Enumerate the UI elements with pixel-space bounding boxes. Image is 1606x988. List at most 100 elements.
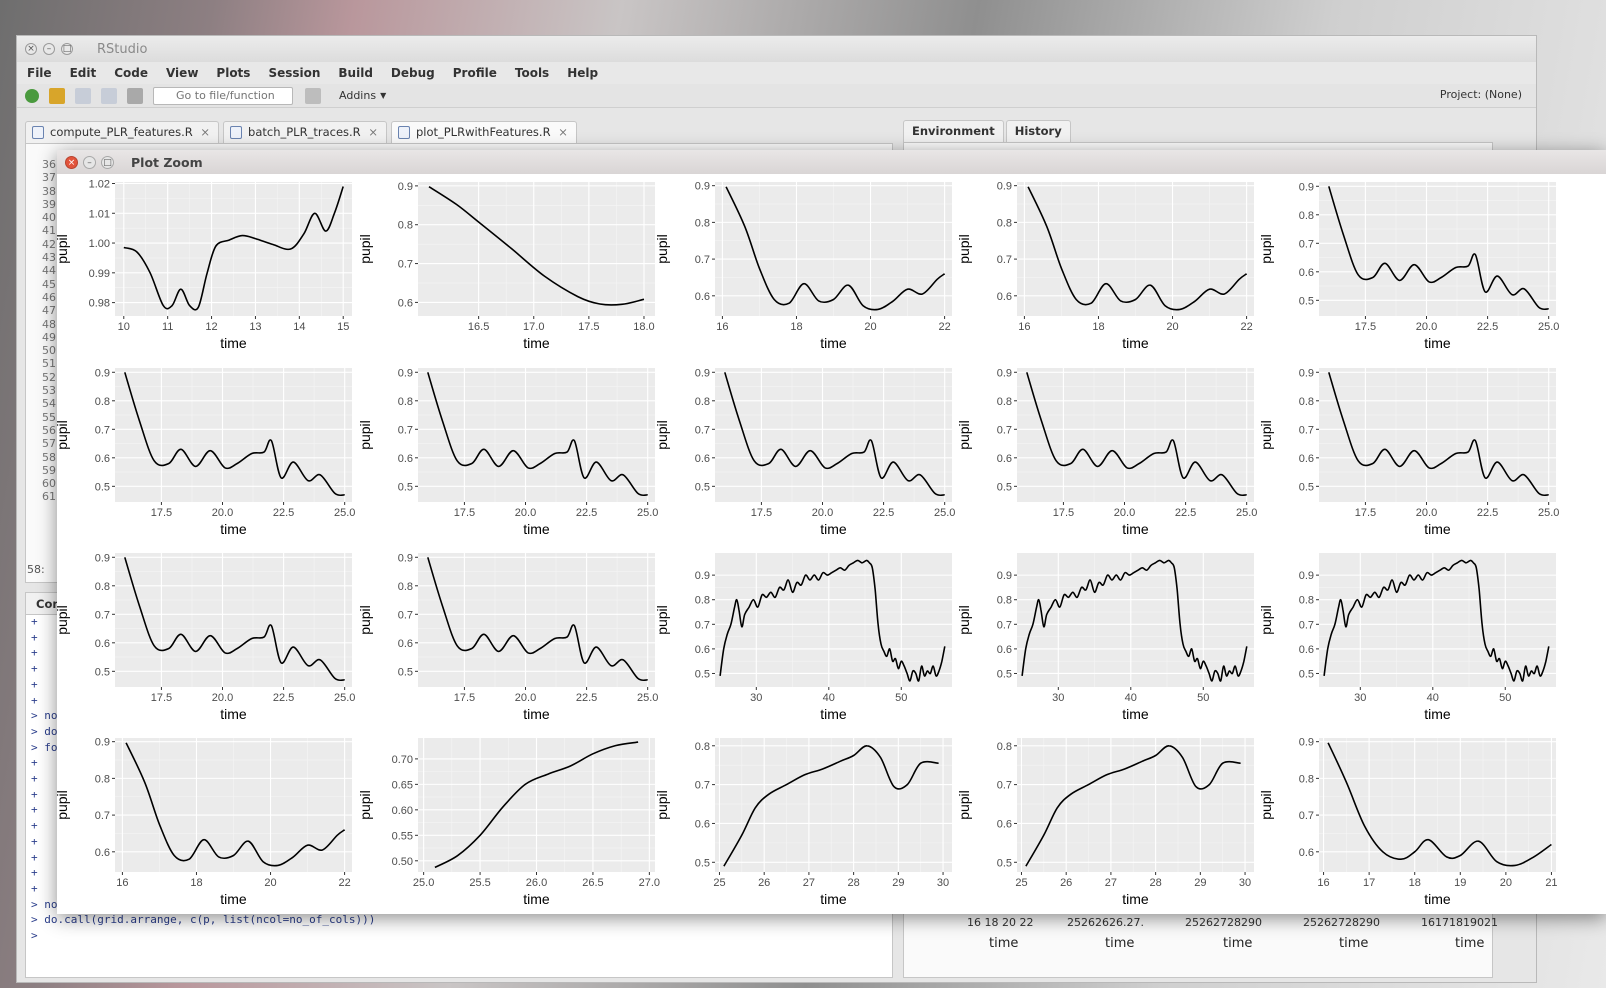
menu-edit[interactable]: Edit [70, 66, 97, 80]
window-maximize-button[interactable]: □ [61, 43, 73, 55]
menu-code[interactable]: Code [114, 66, 148, 80]
y-tick-label: 0.5 [695, 857, 710, 869]
y-axis-title: pupil [654, 234, 670, 264]
menu-build[interactable]: Build [338, 66, 373, 80]
tab-environment[interactable]: Environment [903, 120, 1004, 142]
menu-view[interactable]: View [166, 66, 198, 80]
x-tick-label: 25.0 [1538, 321, 1559, 333]
window-minimize-button[interactable]: – [43, 43, 55, 55]
x-tick-label: 30 [750, 692, 762, 704]
y-tick-label: 0.9 [398, 367, 413, 379]
plot-zoom-close-button[interactable]: × [65, 155, 78, 169]
new-file-icon[interactable] [25, 88, 39, 103]
plot-panel-background [715, 738, 952, 872]
x-tick-label: 26.0 [526, 877, 547, 889]
editor-tab-compute-features[interactable]: compute_PLR_features.R × [25, 121, 220, 143]
r-file-icon [32, 126, 44, 139]
menu-plots[interactable]: Plots [216, 66, 250, 80]
bg-axis-title: time [1105, 936, 1135, 951]
print-icon[interactable] [127, 87, 143, 104]
y-tick-label: 0.6 [398, 453, 413, 465]
plot-panel-background [115, 553, 352, 687]
y-tick-label: 0.7 [695, 424, 710, 436]
x-tick-label: 18 [790, 321, 802, 333]
x-axis-title: time [220, 335, 247, 351]
project-menu[interactable]: Project: (None) [1440, 88, 1522, 101]
x-axis-title: time [220, 706, 247, 722]
tab-history[interactable]: History [1005, 120, 1071, 142]
editor-tab-plot-with-features[interactable]: plot_PLRwithFeatures.R × [390, 121, 577, 143]
menu-profile[interactable]: Profile [453, 66, 497, 80]
save-icon[interactable] [75, 87, 91, 104]
y-tick-label: 0.8 [695, 741, 710, 753]
bg-tick-label: 25262728290 [1185, 916, 1262, 929]
plot-zoom-minimize-button[interactable]: – [83, 155, 96, 169]
chart-panel: 17.5 20.0 22.5 25.0 0.5 0.6 0.7 0.8 0.9 time pupil [57, 552, 355, 722]
editor-tab-batch-traces[interactable]: batch_PLR_traces.R × [223, 121, 387, 143]
x-axis-title: time [1424, 891, 1451, 907]
chart-panel: 17.5 20.0 22.5 25.0 0.5 0.6 0.7 0.8 0.9 time pupil [357, 367, 658, 537]
y-tick-label: 0.6 [398, 297, 413, 309]
y-tick-label: 0.9 [695, 570, 710, 582]
x-tick-label: 22 [938, 321, 950, 333]
y-tick-label: 0.8 [695, 595, 710, 607]
x-tick-label: 20 [1166, 321, 1178, 333]
x-tick-label: 17 [1363, 877, 1375, 889]
menu-tools[interactable]: Tools [515, 66, 549, 80]
line-number: 36 [42, 158, 56, 171]
y-tick-label: 0.8 [398, 396, 413, 408]
y-tick-label: 0.70 [392, 754, 413, 766]
plot-canvas: 10 11 12 13 14 15 0.98 0.99 1.00 1.01 1.02 time pupi… [57, 174, 1606, 914]
y-axis-title: pupil [357, 234, 373, 264]
y-tick-label: 0.7 [398, 259, 413, 271]
x-tick-label: 25.0 [1236, 507, 1257, 519]
editor-tab-label: batch_PLR_traces.R [248, 125, 361, 139]
chart-panel: 17.5 20.0 22.5 25.0 0.5 0.6 0.7 0.8 0.9 time pupil [1258, 181, 1559, 351]
rstudio-titlebar: × – □ RStudio [17, 36, 1536, 62]
bg-tick-label: 25262728290 [1303, 916, 1380, 929]
y-tick-label: 0.99 [89, 268, 110, 280]
x-tick-label: 27.0 [639, 877, 660, 889]
workspace-panes-icon[interactable] [305, 87, 321, 104]
x-tick-label: 40 [823, 692, 835, 704]
y-tick-label: 0.7 [95, 609, 110, 621]
x-tick-label: 20.0 [515, 507, 536, 519]
y-axis-title: pupil [57, 790, 70, 820]
y-axis-title: pupil [956, 234, 972, 264]
x-tick-label: 17.5 [454, 692, 475, 704]
window-close-button[interactable]: × [25, 43, 37, 55]
x-tick-label: 30 [1052, 692, 1064, 704]
y-tick-label: 0.6 [997, 291, 1012, 303]
menu-debug[interactable]: Debug [391, 66, 435, 80]
go-to-file-input[interactable] [153, 86, 293, 105]
plot-panel-background [115, 368, 352, 502]
plot-zoom-maximize-button[interactable]: □ [101, 155, 114, 169]
close-icon[interactable]: × [368, 125, 378, 139]
y-axis-title: pupil [1258, 605, 1274, 635]
close-icon[interactable]: × [558, 125, 568, 139]
r-file-icon [230, 126, 243, 139]
x-tick-label: 20.0 [515, 692, 536, 704]
menu-session[interactable]: Session [268, 66, 320, 80]
line-number: 48 [42, 317, 56, 331]
menu-file[interactable]: File [27, 66, 52, 80]
close-icon[interactable]: × [200, 125, 210, 139]
line-number: 53 [42, 384, 56, 398]
chart-panel: 17.5 20.0 22.5 25.0 0.5 0.6 0.7 0.8 0.9 time pupil [654, 367, 955, 537]
save-all-icon[interactable] [101, 87, 117, 104]
plot-panel-background [1017, 553, 1254, 687]
y-tick-label: 0.9 [1299, 737, 1314, 749]
x-tick-label: 27 [1105, 877, 1117, 889]
y-tick-label: 0.8 [695, 217, 710, 229]
menu-help[interactable]: Help [567, 66, 598, 80]
chart-panel: 16 18 20 22 0.6 0.7 0.8 0.9 time pupil [956, 181, 1254, 351]
y-tick-label: 0.6 [95, 847, 110, 859]
x-axis-title: time [1122, 521, 1149, 537]
y-tick-label: 0.8 [997, 217, 1012, 229]
x-axis-title: time [820, 891, 847, 907]
x-tick-label: 17.5 [151, 692, 172, 704]
y-tick-label: 0.5 [997, 481, 1012, 493]
open-file-icon[interactable] [49, 87, 65, 104]
addins-menu[interactable]: Addins [339, 89, 376, 102]
x-axis-title: time [1122, 335, 1149, 351]
